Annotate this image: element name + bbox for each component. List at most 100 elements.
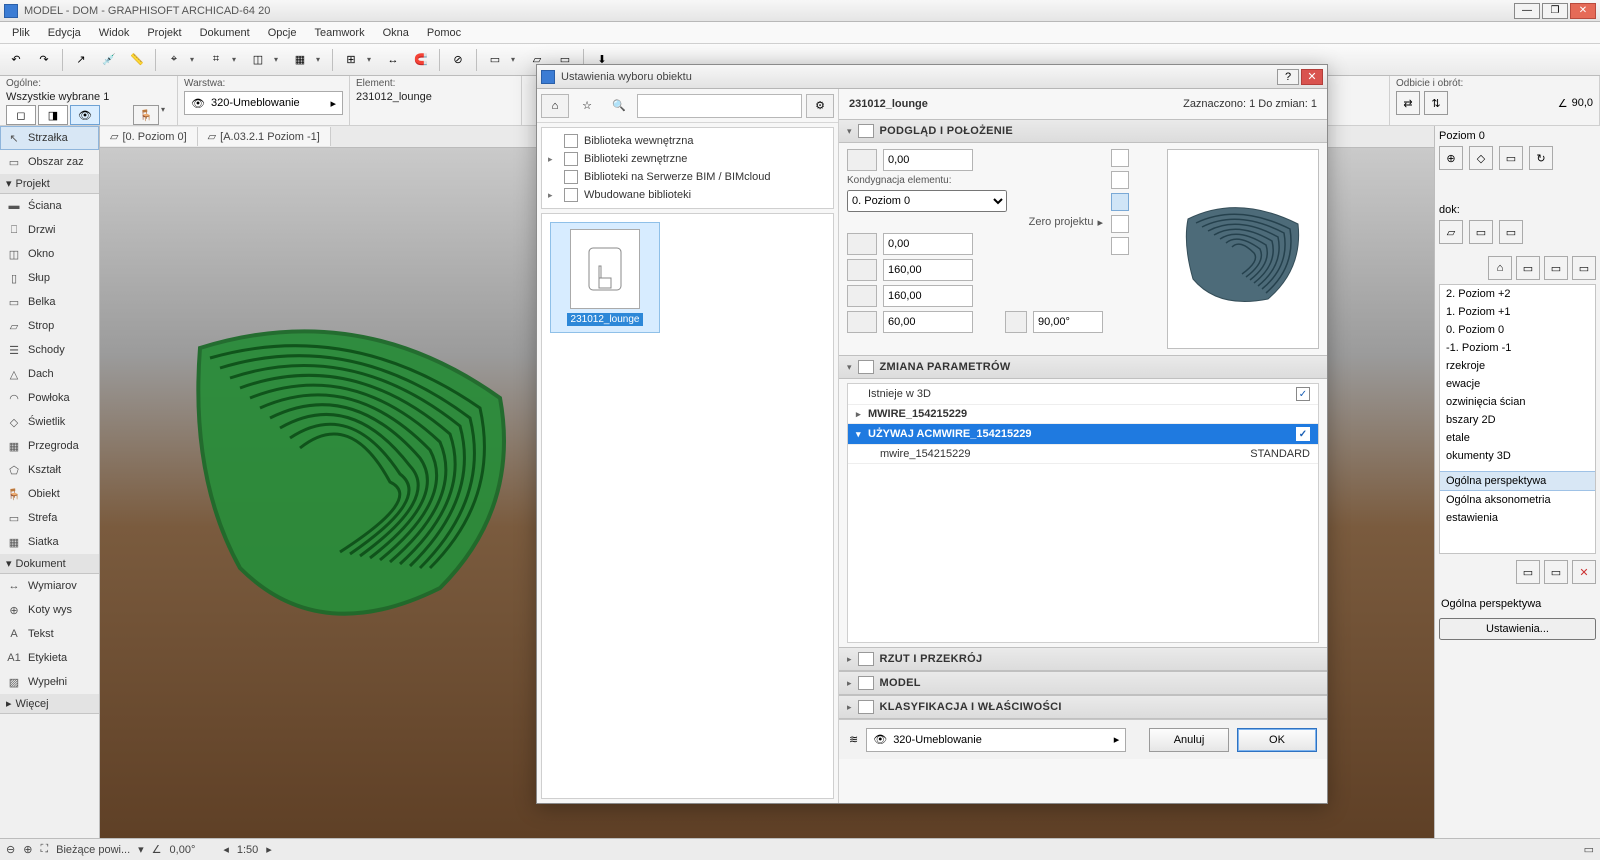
snap-icon[interactable]: ◫ bbox=[246, 48, 270, 72]
checkbox-icon[interactable]: ✓ bbox=[1296, 387, 1310, 401]
story-select[interactable]: 0. Poziom 0 bbox=[847, 190, 1007, 212]
elevation-top-input[interactable] bbox=[883, 149, 973, 171]
nav-new-icon[interactable]: ▭ bbox=[1516, 560, 1540, 584]
menu-opcje[interactable]: Opcje bbox=[260, 25, 305, 41]
close-button[interactable]: ✕ bbox=[1570, 3, 1596, 19]
object-preview[interactable] bbox=[1167, 149, 1319, 349]
nav-delete-icon[interactable]: ✕ bbox=[1572, 560, 1596, 584]
nav-item[interactable]: ozwinięcia ścian bbox=[1440, 393, 1595, 411]
tree-item-bimcloud[interactable]: Biblioteki na Serwerze BIM / BIMcloud bbox=[544, 168, 831, 186]
tool-curtain[interactable]: ▦Przegroda bbox=[0, 434, 99, 458]
tree-item-builtin[interactable]: ▸Wbudowane biblioteki bbox=[544, 186, 831, 204]
tool-column[interactable]: ▯Słup bbox=[0, 266, 99, 290]
select-mode-2[interactable]: ◨ bbox=[38, 105, 68, 125]
nav-icon-7[interactable]: ▭ bbox=[1499, 220, 1523, 244]
maximize-button[interactable]: ❐ bbox=[1542, 3, 1568, 19]
section-model[interactable]: ▸ MODEL bbox=[839, 671, 1327, 695]
dim-z-input[interactable] bbox=[883, 311, 973, 333]
preview-mode-4[interactable] bbox=[1111, 215, 1129, 233]
tool-window[interactable]: ◫Okno bbox=[0, 242, 99, 266]
nav-save-icon[interactable]: ▭ bbox=[1544, 560, 1568, 584]
preview-mode-2[interactable] bbox=[1111, 171, 1129, 189]
chair-type-icon[interactable]: 🪑 bbox=[133, 105, 159, 125]
param-use-acmwire[interactable]: ▾UŻYWAJ ACMWIRE_154215229 ✓ bbox=[848, 424, 1318, 445]
tool-text[interactable]: ATekst bbox=[0, 622, 99, 646]
status-scale[interactable]: 1:50 bbox=[237, 844, 258, 856]
library-item-lounge[interactable]: 231012_lounge bbox=[550, 222, 660, 333]
undo-icon[interactable]: ↶ bbox=[4, 48, 28, 72]
tool-object[interactable]: 🪑Obiekt bbox=[0, 482, 99, 506]
toolbox-header-document[interactable]: ▾Dokument bbox=[0, 554, 99, 574]
param-exists-3d[interactable]: Istnieje w 3D ✓ bbox=[848, 384, 1318, 405]
grid-icon[interactable]: ▦ bbox=[288, 48, 312, 72]
status-field[interactable]: Bieżące powi... bbox=[56, 844, 130, 856]
nav-mode-4[interactable]: ▭ bbox=[1572, 256, 1596, 280]
nav-icon-4[interactable]: ↻ bbox=[1529, 146, 1553, 170]
nav-mode-3[interactable]: ▭ bbox=[1544, 256, 1568, 280]
dialog-close-button[interactable]: ✕ bbox=[1301, 69, 1323, 85]
section-plan-section[interactable]: ▸ RZUT I PRZEKRÓJ bbox=[839, 647, 1327, 671]
mirror-h-icon[interactable]: ⇄ bbox=[1396, 91, 1420, 115]
zoom-out-icon[interactable]: ⊖ bbox=[6, 843, 15, 856]
param-sub-row[interactable]: mwire_154215229 STANDARD bbox=[848, 445, 1318, 464]
tool-wall[interactable]: ▬Ściana bbox=[0, 194, 99, 218]
layer-dropdown[interactable]: 👁 320-Umeblowanie ▸ bbox=[184, 91, 343, 115]
tool-dim[interactable]: ↔Wymiarov bbox=[0, 574, 99, 598]
tree-item-external[interactable]: ▸Biblioteki zewnętrzne bbox=[544, 150, 831, 168]
nav-item[interactable]: 1. Poziom +1 bbox=[1440, 303, 1595, 321]
nav-item[interactable]: ewacje bbox=[1440, 375, 1595, 393]
select-mode-1[interactable]: ◻ bbox=[6, 105, 36, 125]
tree-item-internal[interactable]: Biblioteka wewnętrzna bbox=[544, 132, 831, 150]
ruler-icon[interactable]: 📏 bbox=[125, 48, 149, 72]
tool-level[interactable]: ⊕Koty wys bbox=[0, 598, 99, 622]
pick-icon[interactable]: ↗ bbox=[69, 48, 93, 72]
view-tab-1[interactable]: ▱[0. Poziom 0] bbox=[100, 127, 198, 146]
nav-item-settings[interactable]: estawienia bbox=[1440, 509, 1595, 527]
menu-projekt[interactable]: Projekt bbox=[139, 25, 189, 41]
tool-arrow[interactable]: ↖Strzałka bbox=[0, 126, 99, 150]
model-icon[interactable]: ▭ bbox=[1584, 843, 1594, 856]
dim-x-input[interactable] bbox=[883, 259, 973, 281]
nav-item[interactable]: etale bbox=[1440, 429, 1595, 447]
trace-icon[interactable]: ▭ bbox=[483, 48, 507, 72]
mirror-v-icon[interactable]: ⇅ bbox=[1424, 91, 1448, 115]
nav-item[interactable]: bszary 2D bbox=[1440, 411, 1595, 429]
zoom-fit-icon[interactable]: ⛶ bbox=[40, 843, 48, 856]
tool-mesh[interactable]: ▦Siatka bbox=[0, 530, 99, 554]
dialog-layer-dropdown[interactable]: 👁 320-Umeblowanie ▸ bbox=[866, 728, 1126, 752]
menu-pomoc[interactable]: Pomoc bbox=[419, 25, 469, 41]
nav-icon-6[interactable]: ▭ bbox=[1469, 220, 1493, 244]
cancel-button[interactable]: Anuluj bbox=[1149, 728, 1229, 752]
nav-item[interactable]: -1. Poziom -1 bbox=[1440, 339, 1595, 357]
menu-teamwork[interactable]: Teamwork bbox=[306, 25, 372, 41]
nav-icon-2[interactable]: ◇ bbox=[1469, 146, 1493, 170]
param-mwire-group[interactable]: ▸MWIRE_154215229 bbox=[848, 405, 1318, 424]
minimize-button[interactable]: — bbox=[1514, 3, 1540, 19]
section-parameters[interactable]: ▾ ZMIANA PARAMETRÓW bbox=[839, 355, 1327, 379]
settings-gear-icon[interactable]: ⚙ bbox=[806, 94, 834, 118]
tool-door[interactable]: ⎕Drzwi bbox=[0, 218, 99, 242]
nav-mode-2[interactable]: ▭ bbox=[1516, 256, 1540, 280]
nav-item[interactable]: 2. Poziom +2 bbox=[1440, 285, 1595, 303]
nav-item[interactable]: rzekroje bbox=[1440, 357, 1595, 375]
checkbox-icon[interactable]: ✓ bbox=[1296, 427, 1310, 441]
menu-widok[interactable]: Widok bbox=[91, 25, 138, 41]
settings-button[interactable]: Ustawienia... bbox=[1439, 618, 1596, 640]
tool-label[interactable]: A1Etykieta bbox=[0, 646, 99, 670]
preview-mode-1[interactable] bbox=[1111, 149, 1129, 167]
nav-icon-5[interactable]: ▱ bbox=[1439, 220, 1463, 244]
tool-stair[interactable]: ☰Schody bbox=[0, 338, 99, 362]
view-tab-2[interactable]: ▱[A.03.2.1 Poziom -1] bbox=[198, 127, 331, 146]
nav-mode-1[interactable]: ⌂ bbox=[1488, 256, 1512, 280]
cursor-icon[interactable]: ⌖ bbox=[162, 48, 186, 72]
library-home-icon[interactable]: ⌂ bbox=[541, 94, 569, 118]
menu-okna[interactable]: Okna bbox=[375, 25, 417, 41]
magnet-icon[interactable]: 🧲 bbox=[409, 48, 433, 72]
tool-morph[interactable]: ⬠Kształt bbox=[0, 458, 99, 482]
section-classification[interactable]: ▸ KLASYFIKACJA I WŁAŚCIWOŚCI bbox=[839, 695, 1327, 719]
tool-fill[interactable]: ▨Wypełni bbox=[0, 670, 99, 694]
suspend-icon[interactable]: ⊘ bbox=[446, 48, 470, 72]
menu-dokument[interactable]: Dokument bbox=[192, 25, 258, 41]
tool-shell[interactable]: ◠Powłoka bbox=[0, 386, 99, 410]
elevation-bottom-input[interactable] bbox=[883, 233, 973, 255]
